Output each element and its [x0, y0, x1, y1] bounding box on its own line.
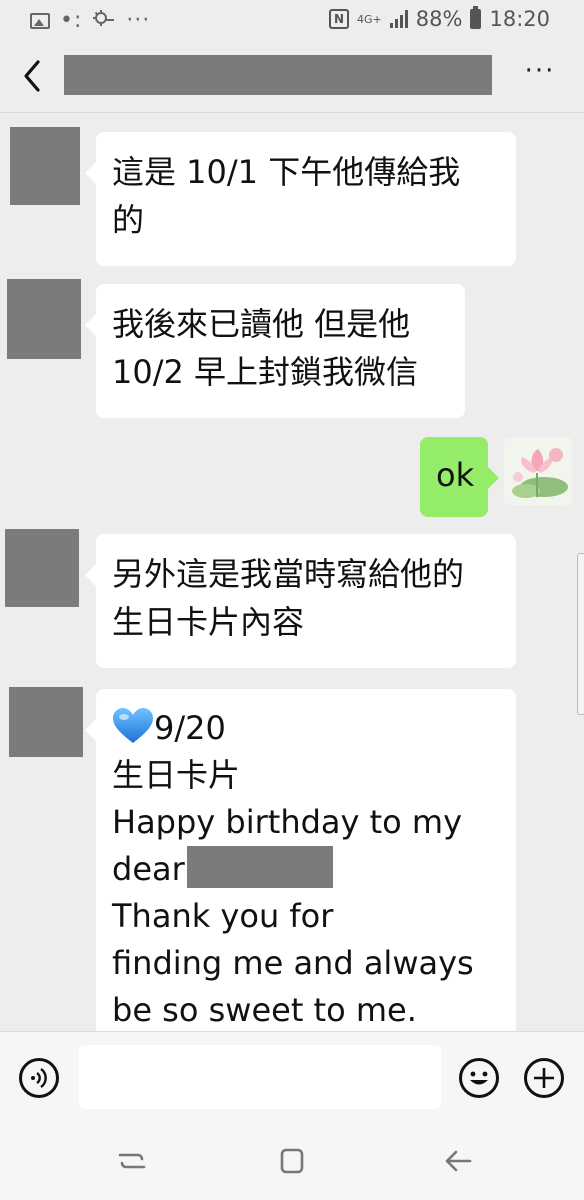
sender-avatar-redacted[interactable] [7, 279, 81, 359]
home-icon[interactable] [274, 1143, 310, 1179]
message-bubble[interactable]: 9/20 生日卡片 Happy birthday to my dear Than… [85, 689, 516, 1031]
message-text: 10/2 早上封鎖我微信 [112, 353, 419, 391]
message-text: 我後來已讀他 但是他 [112, 305, 411, 343]
message-bubble-outgoing[interactable]: ok [420, 437, 499, 517]
network-type: 4G+ [357, 12, 382, 26]
assistant-notification-icon: •: [60, 7, 83, 33]
sender-avatar-redacted[interactable] [9, 687, 83, 757]
back-arrow-icon[interactable] [440, 1143, 476, 1179]
plus-icon[interactable] [524, 1058, 564, 1098]
message-text: ok [436, 456, 475, 494]
message-text: be so sweet to me. [112, 991, 417, 1029]
battery-icon [470, 6, 482, 29]
lotus-avatar-image [504, 437, 572, 505]
message-text: 這是 10/1 下午他傳給我 [112, 153, 461, 191]
input-bar [0, 1031, 584, 1124]
blue-heart-icon [113, 708, 153, 743]
battery-percent: 88% [415, 7, 463, 31]
chevron-left-icon[interactable] [14, 54, 54, 98]
message-text: 生日卡片 [112, 756, 241, 794]
system-nav-bar [0, 1123, 584, 1200]
clock: 18:20 [489, 7, 550, 31]
more-options-button[interactable]: ··· [518, 58, 562, 90]
redacted-name [186, 846, 333, 888]
chat-header: ··· [0, 40, 584, 113]
message-text: 9/20 [154, 709, 226, 747]
chat-history[interactable]: 這是 10/1 下午他傳給我 的 我後來已讀他 但是他 10/2 早上封鎖我微信… [0, 113, 584, 1031]
sender-avatar-redacted[interactable] [5, 529, 79, 607]
emoji-icon[interactable] [459, 1058, 499, 1098]
message-input[interactable] [79, 1045, 441, 1109]
message-text: finding me and always [112, 944, 474, 982]
sender-avatar-redacted[interactable] [10, 127, 80, 205]
message-line: 9/20 [112, 705, 502, 752]
message-bubble[interactable]: 這是 10/1 下午他傳給我 的 [85, 132, 516, 266]
signal-icon [389, 10, 408, 28]
message-bubble[interactable]: 另外這是我當時寫給他的 生日卡片內容 [85, 534, 516, 668]
gallery-notification-icon [30, 12, 50, 29]
status-bar: •: ··· N 4G+ 88% 18:20 [0, 0, 584, 40]
message-text: Happy birthday to my [112, 803, 463, 841]
message-line: dear [112, 846, 502, 893]
message-text: 另外這是我當時寫給他的 [112, 555, 465, 593]
my-avatar[interactable] [504, 437, 572, 505]
redacted-contact-name [64, 55, 492, 95]
scrollbar-handle[interactable] [577, 553, 584, 715]
message-text: Thank you for [112, 897, 334, 935]
recent-apps-icon[interactable] [114, 1143, 150, 1179]
more-notifications-icon: ··· [126, 7, 151, 33]
message-text: dear [112, 850, 185, 888]
voice-icon[interactable] [19, 1058, 59, 1098]
message-text: 生日卡片內容 [112, 603, 305, 641]
message-text: 的 [112, 201, 145, 239]
nfc-icon: N [329, 9, 350, 29]
message-bubble[interactable]: 我後來已讀他 但是他 10/2 早上封鎖我微信 [85, 284, 465, 418]
weather-notification-icon [92, 8, 116, 33]
